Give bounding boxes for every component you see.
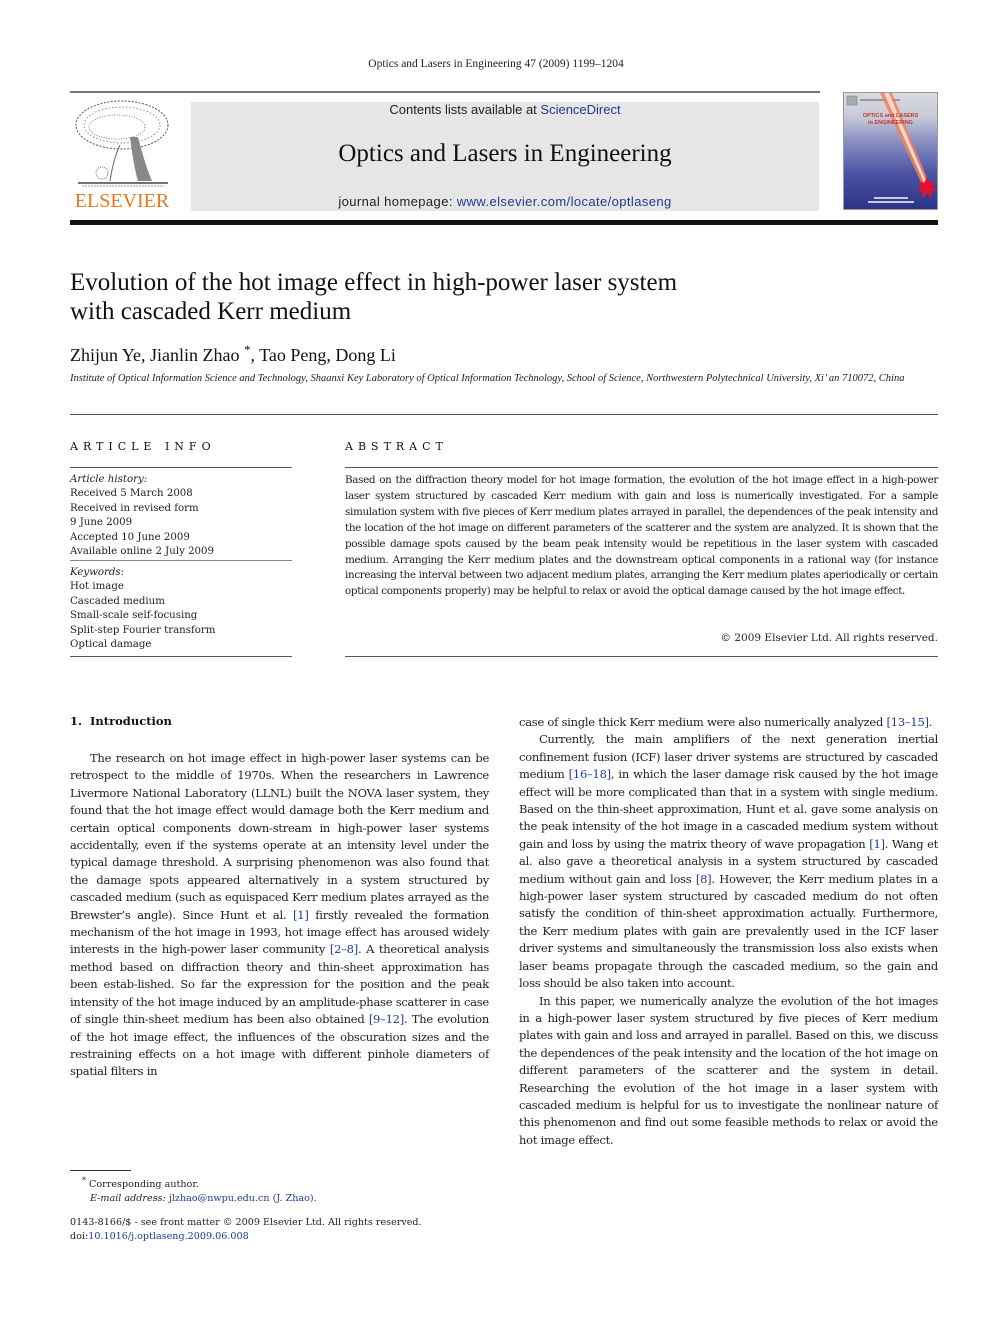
article-title: Evolution of the hot image effect in hig… [70,268,870,326]
abstract-text: Based on the diffraction theory model fo… [345,474,938,598]
elsevier-tree-icon [75,100,169,187]
history-rule [70,560,292,561]
article-info-rule [70,467,292,468]
laser-beam-icon [846,93,937,203]
keyword-item: Optical damage [70,639,152,651]
paragraph: In this paper, we numerically analyze th… [519,993,938,1147]
citation-link[interactable]: [2–8] [330,942,358,956]
citation-link[interactable]: [8] [696,872,712,886]
email-owner: (J. Zhao). [269,1193,317,1205]
email-line: E-mail address: jlzhao@nwpu.edu.cn (J. Z… [82,1192,317,1206]
keyword-item: Small-scale self-focusing [70,610,198,622]
paragraph: The research on hot image effect in high… [70,750,489,1081]
running-head: Optics and Lasers in Engineering 47 (200… [368,58,624,70]
article-history: Article history: Received 5 March 2008 R… [70,473,292,559]
abstract-label: ABSTRACT [345,440,448,453]
author-list: Zhijun Ye, Jianlin Zhao *, Tao Peng, Don… [70,342,396,366]
history-item: Accepted 10 June 2009 [70,531,190,543]
text-run: . However, the Kerr medium plates in a h… [519,871,938,991]
section-title: Introduction [90,714,172,728]
keyword-item: Split-step Fourier transform [70,624,216,636]
author-affiliation: Institute of Optical Information Science… [70,373,905,384]
abstract-rule [345,467,938,468]
history-item: 9 June 2009 [70,517,133,529]
keyword-item: Hot image [70,581,124,593]
doi-prefix: doi: [70,1231,89,1242]
masthead-bottom-rule [70,220,938,225]
citation-link[interactable]: [1] [869,837,885,851]
abstract-copyright: © 2009 Elsevier Ltd. All rights reserved… [720,632,938,644]
elsevier-wordmark: ELSEVIER [74,190,170,212]
article-title-line2: with cascaded Kerr medium [70,298,352,325]
footnote-line: * Corresponding author. [82,1174,317,1192]
article-title-line1: Evolution of the hot image effect in hig… [70,269,678,296]
text-run: The research on hot image effect in high… [70,751,489,922]
journal-cover-thumbnail[interactable]: OPTICS and LASERS in ENGINEERING [843,92,938,210]
email-link[interactable]: jlzhao@nwpu.edu.cn [169,1193,270,1204]
sciencedirect-link[interactable]: ScienceDirect [540,102,620,117]
body-column-right: case of single thick Kerr medium were al… [519,714,938,1149]
footnote-rule [70,1170,131,1171]
header-divider [70,414,938,415]
doi-line: doi:10.1016/j.optlaseng.2009.06.008 [70,1230,422,1244]
text-run: . [928,715,933,729]
cover-title: OPTICS and LASERS in ENGINEERING [844,113,937,127]
history-item: Available online 2 July 2009 [70,546,214,558]
email-label: E-mail address: [90,1193,166,1205]
homepage-prefix: journal homepage: [338,194,457,209]
authors-first: Zhijun Ye, Jianlin Zhao [70,345,240,365]
masthead-top-rule [70,91,820,93]
cover-title-line1: OPTICS and LASERS [862,113,919,119]
history-item: Received in revised form [70,502,199,514]
journal-homepage-line: journal homepage: www.elsevier.com/locat… [191,194,819,209]
issn-line: 0143-8166/$ - see front matter © 2009 El… [70,1217,422,1228]
history-item: Received 5 March 2008 [70,488,193,500]
journal-homepage-link[interactable]: www.elsevier.com/locate/optlaseng [457,194,672,209]
corresponding-author-footnote: * Corresponding author. E-mail address: … [82,1174,317,1206]
doi-link[interactable]: 10.1016/j.optlaseng.2009.06.008 [88,1231,249,1242]
citation-link[interactable]: [1] [293,908,309,922]
citation-link[interactable]: [9–12] [369,1012,404,1026]
article-history-label: Article history: [70,474,148,485]
authors-rest: , Tao Peng, Dong Li [250,345,396,365]
abstract-bottom-rule [345,656,938,657]
section-number: 1. [70,714,83,728]
front-matter: 0143-8166/$ - see front matter © 2009 El… [70,1216,422,1244]
keyword-item: Cascaded medium [70,595,165,607]
footnote-text: Corresponding author. [86,1179,199,1191]
keywords-rule [70,656,292,657]
journal-name: Optics and Lasers in Engineering [338,140,672,167]
paragraph: Currently, the main amplifiers of the ne… [519,731,938,992]
keywords-label: Keywords: [70,567,125,578]
article-info-label: ARTICLE INFO [70,440,216,453]
paragraph: case of single thick Kerr medium were al… [519,714,938,731]
text-run: case of single thick Kerr medium were al… [519,715,887,729]
journal-banner: Contents lists available at ScienceDirec… [191,102,819,211]
citation-link[interactable]: [16–18] [569,767,612,781]
section-heading-introduction: 1. Introduction [70,714,172,728]
contents-prefix: Contents lists available at [389,102,541,117]
elsevier-logo[interactable]: ELSEVIER [70,97,174,213]
cover-title-line2: in ENGINEERING [868,120,913,126]
keywords: Keywords: Hot image Cascaded medium Smal… [70,566,292,652]
citation-link[interactable]: [13–15] [887,715,930,729]
body-column-left: The research on hot image effect in high… [70,750,489,1081]
contents-line: Contents lists available at ScienceDirec… [191,102,819,117]
